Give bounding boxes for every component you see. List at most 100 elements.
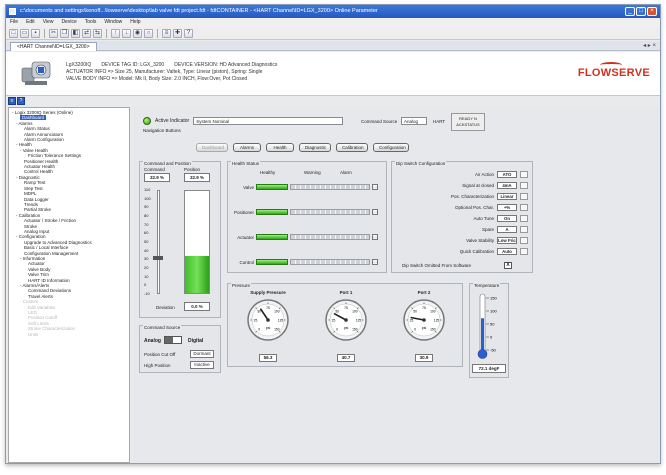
position-bar-fill [185, 256, 209, 293]
open-icon[interactable]: ▭ [20, 28, 29, 38]
active-indicator-label: Active Indicator [155, 118, 190, 124]
toolbar: □ ▭ ▪ ✂ ❐ ◧ ⇄ ⇆ ↑ ↓ ◉ ○ ≡ ✚ ? [6, 27, 660, 40]
menu-bar: File Edit View Device Tools Window Help [6, 18, 660, 27]
cut-icon[interactable]: ✂ [49, 28, 58, 38]
gauge-tick-label: 25 [254, 319, 258, 323]
menu-file[interactable]: File [10, 18, 18, 27]
window-title: c:\documents and settings\kenoff...\lows… [20, 8, 378, 14]
minimize-button[interactable]: _ [625, 7, 635, 16]
command-slider-thumb[interactable] [153, 256, 163, 260]
actuator-detail-button[interactable]: … [372, 234, 378, 240]
collapse-tree-button[interactable]: ≡ [8, 97, 16, 105]
gauge-tick-label: 75 [422, 306, 426, 310]
disconnect-icon[interactable]: ⇆ [93, 28, 102, 38]
control-healthy-indicator [256, 259, 288, 265]
dip-omitted-checkbox[interactable]: X [504, 262, 512, 269]
gauge-value: 40.7 [337, 354, 355, 362]
health-button[interactable]: Health [266, 143, 294, 152]
svg-text:psi: psi [344, 326, 349, 330]
svg-text:psi: psi [422, 326, 427, 330]
device-icon[interactable]: ◧ [71, 28, 80, 38]
dip-row: Auto Tune On [473, 214, 528, 223]
command-source-value: Analog [401, 117, 427, 125]
position-bar [184, 190, 210, 294]
dip-value: Auto [497, 248, 517, 255]
dip-switch-box [520, 204, 528, 211]
active-indicator: Active Indicator System Nominal [143, 117, 344, 125]
title-bar[interactable]: c:\documents and settings\kenoff...\lows… [6, 5, 660, 18]
diagnostic-button[interactable]: Diagnostic [299, 143, 331, 152]
dip-switch-box [520, 182, 528, 189]
menu-device[interactable]: Device [61, 18, 76, 27]
position-scale: 110 100 90 80 70 60 50 40 30 20 10 0 -10 [144, 187, 151, 296]
configuration-button[interactable]: Configuration [373, 143, 409, 152]
cutoff-label: Position Cut Off [144, 352, 176, 357]
ack-status: ACKSTATUS [456, 122, 480, 127]
actuator-healthy-indicator [256, 234, 288, 240]
menu-tools[interactable]: Tools [85, 18, 97, 27]
gauge-tick-label: 25 [332, 319, 336, 323]
digital-label: Digital [188, 338, 204, 344]
menu-help[interactable]: Help [130, 18, 140, 27]
new-icon[interactable]: □ [9, 28, 18, 38]
svg-text:psi: psi [266, 326, 271, 330]
pressure-gauge: 025 50 75 100 125 150psi [403, 299, 445, 341]
analog-label: Analog [144, 338, 161, 344]
dip-row: Quick Calibration Auto [460, 247, 528, 256]
health-status-title: Health Status [231, 161, 261, 166]
command-label: Command [144, 167, 165, 172]
positioner-detail-button[interactable]: … [372, 209, 378, 215]
tab-hart-channel[interactable]: <HART Channel\ID=LGX_3200> [10, 42, 97, 51]
calibration-button[interactable]: Calibration [336, 143, 368, 152]
upload-icon[interactable]: ↑ [111, 28, 120, 38]
tree-item[interactable]: Units [12, 332, 126, 337]
thermometer: 150 100 50 0 -50 [477, 293, 497, 359]
dip-switch-box [520, 226, 528, 233]
gauge-title: Port 2 [417, 290, 431, 295]
hart-status-box: READY N ACKSTATUS [451, 113, 485, 131]
valve-detail-button[interactable]: … [372, 184, 378, 190]
help-icon[interactable]: ? [184, 28, 193, 38]
dip-value: 4mA [497, 182, 517, 189]
cutoff-value: Dormant [190, 350, 214, 358]
dip-row: Spare A [482, 225, 528, 234]
copy-icon[interactable]: ❐ [60, 28, 69, 38]
dashboard-button[interactable]: Dashboard [196, 143, 228, 152]
health-row-control: Control… [239, 259, 378, 265]
tab-controls[interactable]: ◂ ▸ × [643, 42, 656, 49]
pressure-gauge: 025 50 75 100 125 150psi [325, 299, 367, 341]
online-icon[interactable]: ◉ [133, 28, 142, 38]
save-icon[interactable]: ▪ [31, 28, 40, 38]
gauge-tick-label: 0 [336, 327, 338, 331]
command-slider-track[interactable] [157, 190, 160, 294]
positioner-device-icon [21, 61, 51, 85]
app-icon [9, 8, 16, 15]
connect-icon[interactable]: ⇄ [82, 28, 91, 38]
device-model: LgX3200IQ [66, 62, 92, 68]
close-button[interactable]: × [647, 7, 657, 16]
menu-view[interactable]: View [43, 18, 54, 27]
dip-switch-title: Dip Switch Configuration [395, 161, 447, 166]
maximize-button[interactable]: □ [636, 7, 646, 16]
gauge-tick-label: 150 [352, 327, 358, 331]
menu-window[interactable]: Window [104, 18, 122, 27]
navigation-tree[interactable]: - Logix 3200IQ Series (Online) Dashboard -… [8, 107, 130, 463]
menu-edit[interactable]: Edit [26, 18, 35, 27]
diagnosis-icon[interactable]: ✚ [173, 28, 182, 38]
analog-digital-toggle[interactable] [164, 336, 182, 344]
command-position-title: Command and Position [143, 161, 192, 166]
device-info: LgX3200IQ DEVICE TAG ID: LGX_3200 DEVICE… [66, 62, 277, 83]
properties-icon[interactable]: ≡ [162, 28, 171, 38]
command-source-panel: Command Source Analog Digital Position C… [139, 325, 221, 373]
alarms-button[interactable]: Alarms [233, 143, 261, 152]
command-position-panel: Command and Position Command Position 32… [139, 161, 221, 318]
download-icon[interactable]: ↓ [122, 28, 131, 38]
offline-icon[interactable]: ○ [144, 28, 153, 38]
dip-value: ATO [497, 171, 517, 178]
dip-switch-box [520, 237, 528, 244]
control-detail-button[interactable]: … [372, 259, 378, 265]
command-value: 32.9 % [144, 173, 170, 182]
dip-row: Pos. Characterization Linear [451, 192, 528, 201]
deviation-value: 0.0 % [184, 302, 210, 311]
help-tree-button[interactable]: ? [17, 97, 25, 105]
